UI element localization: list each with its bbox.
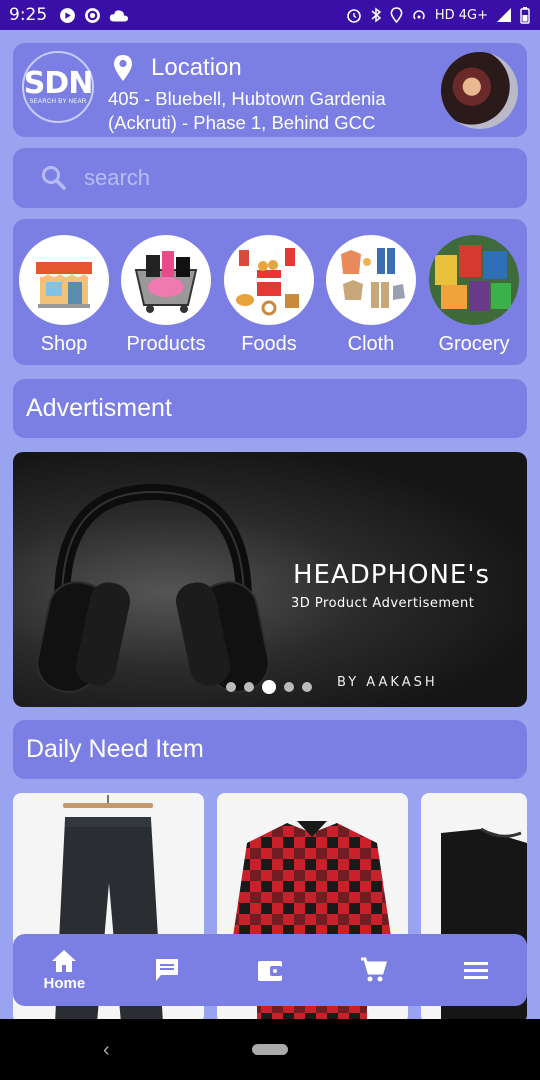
cart-icon — [360, 957, 387, 982]
address-line-1: 405 - Bluebell, Hubtown Gardenia — [108, 88, 386, 109]
location-pin-icon — [113, 55, 133, 81]
category-label: Shop — [40, 333, 88, 355]
shop-icon — [19, 235, 109, 325]
system-navigation-bar: ‹ — [0, 1019, 540, 1080]
category-shop[interactable]: Shop — [12, 235, 116, 356]
section-title: Daily Need Item — [26, 735, 204, 763]
home-pill-icon[interactable] — [252, 1044, 288, 1055]
address-line-2: (Ackruti) - Phase 1, Behind GCC — [108, 112, 376, 133]
carousel-dot[interactable] — [244, 682, 254, 692]
cloth-icon — [326, 235, 416, 325]
chat-icon — [156, 959, 179, 981]
daily-need-header: Daily Need Item — [13, 720, 527, 779]
nav-menu[interactable] — [436, 960, 516, 980]
banner-credit: BY AAKASH — [337, 675, 438, 690]
status-time: 9:25 — [9, 5, 48, 25]
location-title[interactable]: Location — [151, 54, 242, 82]
sync-icon — [85, 7, 101, 23]
advertisement-header: Advertisment — [13, 379, 527, 438]
cloud-icon — [110, 9, 129, 21]
carousel-dot[interactable] — [302, 682, 312, 692]
network-type: HD 4G+ — [434, 7, 488, 23]
bottom-navigation: Home — [13, 934, 527, 1006]
category-cloth[interactable]: Cloth — [319, 235, 423, 356]
menu-icon — [463, 962, 488, 979]
signal-icon — [497, 8, 511, 22]
hotspot-icon — [413, 10, 425, 20]
category-label: Grocery — [438, 333, 510, 355]
home-icon — [52, 949, 77, 972]
nav-cart[interactable] — [333, 956, 413, 984]
bluetooth-icon — [371, 7, 382, 23]
products-icon — [121, 235, 211, 325]
category-grocery[interactable]: Grocery — [422, 235, 526, 356]
category-label: Foods — [241, 333, 297, 355]
carousel-dot[interactable] — [284, 682, 294, 692]
carousel-indicator — [226, 680, 312, 694]
grocery-icon — [429, 235, 519, 325]
battery-icon — [520, 6, 530, 24]
logo-tagline: SEARCH BY NEAR — [29, 98, 87, 105]
search-bar[interactable]: search — [13, 148, 527, 208]
banner-title: HEADPHONE's — [293, 560, 491, 590]
profile-avatar[interactable] — [441, 52, 518, 129]
logo-text: SDN — [23, 65, 94, 101]
back-icon[interactable]: ‹ — [103, 1039, 110, 1062]
nav-home-label: Home — [43, 974, 86, 992]
carousel-dot-active[interactable] — [262, 680, 276, 694]
app-logo: SDN SEARCH BY NEAR — [22, 51, 94, 123]
status-bar: 9:25 HD 4G+ — [0, 0, 540, 30]
search-input[interactable]: search — [84, 165, 150, 191]
ad-banner[interactable]: HEADPHONE's 3D Product Advertisement BY … — [13, 452, 527, 707]
headphone-image — [36, 483, 270, 693]
foods-icon — [224, 235, 314, 325]
nav-home[interactable]: Home — [24, 949, 104, 992]
category-products[interactable]: Products — [114, 235, 218, 356]
category-strip: Shop Products Foods Cloth Grocery — [13, 219, 527, 365]
carousel-dot[interactable] — [226, 682, 236, 692]
category-label: Cloth — [347, 333, 395, 355]
section-title: Advertisment — [26, 394, 172, 422]
category-label: Products — [126, 333, 206, 355]
location-icon — [390, 7, 403, 23]
location-header: SDN SEARCH BY NEAR Location 405 - Bluebe… — [13, 43, 527, 137]
nav-wallet[interactable] — [230, 957, 310, 983]
banner-subtitle: 3D Product Advertisement — [291, 596, 475, 611]
media-icon — [60, 7, 76, 23]
category-foods[interactable]: Foods — [217, 235, 321, 356]
nav-chat[interactable] — [127, 956, 207, 984]
alarm-icon — [347, 9, 361, 23]
search-icon — [42, 166, 66, 190]
wallet-icon — [257, 961, 282, 981]
